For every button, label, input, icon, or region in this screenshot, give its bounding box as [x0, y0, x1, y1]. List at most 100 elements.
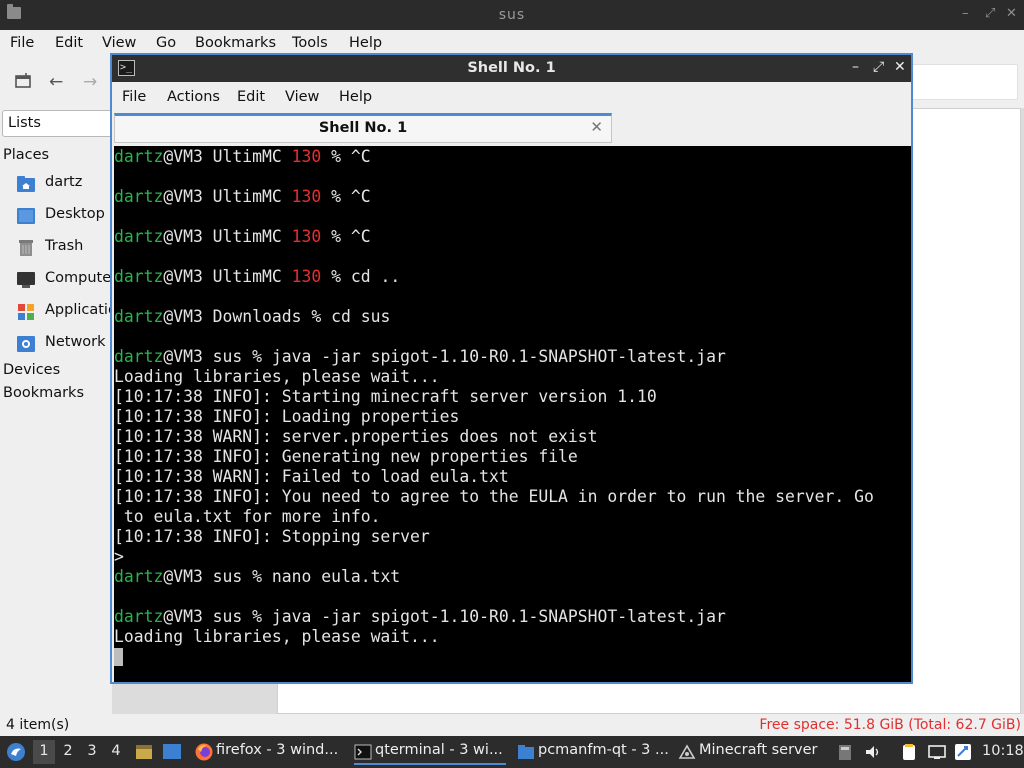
applications-icon: [16, 303, 36, 321]
task-firefox[interactable]: firefox - 3 wind...: [195, 739, 345, 765]
terminal-line: [10:17:38 WARN]: Failed to load eula.txt: [114, 467, 509, 486]
terminal-lines: dartz@VM3 UltimMC 130 % ^C dartz@VM3 Ulti…: [114, 147, 874, 667]
menu-help[interactable]: Help: [349, 35, 382, 51]
notes-icon[interactable]: [900, 743, 918, 761]
terminal-line: [10:17:38 WARN]: server.properties does …: [114, 427, 598, 446]
volume-icon[interactable]: [864, 743, 882, 761]
prompt-host: @VM3 sus % java -jar spigot-1.10-R0.1-SN…: [163, 347, 726, 366]
workspace-1[interactable]: 1: [33, 740, 55, 764]
prompt-user: dartz: [114, 267, 164, 286]
places-heading[interactable]: Places: [3, 147, 49, 163]
new-tab-icon[interactable]: [14, 72, 32, 95]
command-text: % ^C: [321, 187, 371, 206]
close-tab-icon[interactable]: ✕: [590, 118, 603, 136]
command-text: % ^C: [321, 147, 371, 166]
menu-go[interactable]: Go: [156, 35, 176, 51]
folder-icon: [517, 743, 535, 761]
workspace-2[interactable]: 2: [57, 740, 79, 764]
place-dartz[interactable]: dartz: [16, 173, 116, 195]
place-label: Computer: [45, 270, 118, 286]
exit-code: 130: [291, 187, 322, 206]
prompt-host: @VM3 Downloads % cd sus: [163, 307, 391, 326]
prompt-user: dartz: [114, 347, 164, 366]
place-network[interactable]: Network: [16, 333, 116, 355]
task-pcmanfm[interactable]: pcmanfm-qt - 3 ...: [517, 739, 669, 765]
menu-tools[interactable]: Tools: [292, 35, 328, 51]
desktop-icon: [16, 207, 36, 225]
tab-shell-1[interactable]: Shell No. 1 ✕: [114, 113, 612, 143]
terminal-line: to eula.txt for more info.: [114, 507, 381, 526]
file-manager-launcher-icon[interactable]: [135, 743, 153, 765]
menu-file[interactable]: File: [10, 35, 34, 51]
close-icon[interactable]: ✕: [894, 59, 906, 75]
trash-icon: [16, 239, 36, 257]
minimize-icon[interactable]: –: [852, 59, 859, 75]
terminal-titlebar[interactable]: >_ Shell No. 1 – ⤢ ✕: [112, 55, 911, 82]
menu-view[interactable]: View: [285, 89, 319, 105]
menu-file[interactable]: File: [122, 89, 146, 105]
menu-actions[interactable]: Actions: [167, 89, 220, 105]
place-label: Network: [45, 334, 106, 350]
devices-heading[interactable]: Devices: [3, 362, 60, 378]
prompt-host: @VM3 UltimMC: [163, 227, 292, 246]
terminal-tabbar: Shell No. 1 ✕: [112, 112, 911, 144]
terminal-output[interactable]: dartz@VM3 UltimMC 130 % ^C dartz@VM3 Ulti…: [114, 146, 911, 682]
file-manager-title: sus: [498, 7, 526, 23]
prompt-host: @VM3 UltimMC: [163, 147, 292, 166]
workspace-4[interactable]: 4: [105, 740, 127, 764]
task-minecraft-server[interactable]: Minecraft server: [678, 739, 828, 765]
prompt-user: dartz: [114, 147, 164, 166]
path-bar[interactable]: [912, 64, 1018, 100]
clock[interactable]: 10:18: [982, 743, 1024, 759]
side-pane-mode-label: Lists: [8, 115, 41, 131]
clipboard-icon[interactable]: [836, 743, 854, 761]
terminal-line: dartz@VM3 sus % java -jar spigot-1.10-R0…: [114, 607, 874, 627]
task-qterminal[interactable]: qterminal - 3 wi...: [354, 739, 506, 765]
menu-view[interactable]: View: [102, 35, 136, 51]
task-label: pcmanfm-qt - 3 ...: [538, 742, 669, 758]
terminal-line: [10:17:38 INFO]: Starting minecraft serv…: [114, 387, 657, 406]
home-folder-icon: [16, 175, 36, 193]
bookmarks-heading[interactable]: Bookmarks: [3, 385, 84, 401]
terminal-line: [10:17:38 INFO]: You need to agree to th…: [114, 487, 874, 506]
app-menu-icon[interactable]: [6, 742, 26, 766]
back-arrow-icon[interactable]: ←: [49, 72, 63, 92]
minimize-icon[interactable]: –: [962, 6, 969, 21]
tab-label: Shell No. 1: [318, 120, 408, 136]
workspace-3[interactable]: 3: [81, 740, 103, 764]
network-icon: [16, 335, 36, 353]
maximize-icon[interactable]: ⤢: [985, 6, 995, 21]
place-trash[interactable]: Trash: [16, 237, 116, 259]
free-space: Free space: 51.8 GiB (Total: 62.7 GiB): [759, 717, 1021, 733]
place-applications[interactable]: Applications: [16, 301, 134, 323]
place-label: Desktop: [45, 206, 105, 222]
place-label: dartz: [45, 174, 83, 190]
item-count: 4 item(s): [6, 717, 70, 733]
menu-help[interactable]: Help: [339, 89, 372, 105]
network-tray-icon[interactable]: [954, 743, 972, 761]
side-pane-mode-select[interactable]: Lists: [2, 110, 114, 137]
show-desktop-icon[interactable]: [162, 743, 182, 765]
place-desktop[interactable]: Desktop: [16, 205, 116, 227]
terminal-line: dartz@VM3 UltimMC 130 % ^C: [114, 187, 874, 207]
exit-code: 130: [291, 147, 322, 166]
menu-edit[interactable]: Edit: [237, 89, 265, 105]
screen-icon[interactable]: [928, 743, 946, 761]
terminal-line: dartz@VM3 sus % nano eula.txt: [114, 567, 874, 587]
place-computer[interactable]: Computer: [16, 269, 118, 291]
forward-arrow-icon[interactable]: →: [83, 72, 97, 92]
prompt-host: @VM3 UltimMC: [163, 187, 292, 206]
maximize-icon[interactable]: ⤢: [873, 59, 884, 75]
close-icon[interactable]: ✕: [1006, 6, 1017, 21]
terminal-icon: [354, 743, 372, 761]
prompt-user: dartz: [114, 607, 164, 626]
menu-edit[interactable]: Edit: [55, 35, 83, 51]
file-manager-titlebar[interactable]: sus – ⤢ ✕: [0, 0, 1024, 30]
prompt-host: @VM3 UltimMC: [163, 267, 292, 286]
prompt-host: @VM3 sus % nano eula.txt: [163, 567, 401, 586]
menu-bookmarks[interactable]: Bookmarks: [195, 35, 276, 51]
